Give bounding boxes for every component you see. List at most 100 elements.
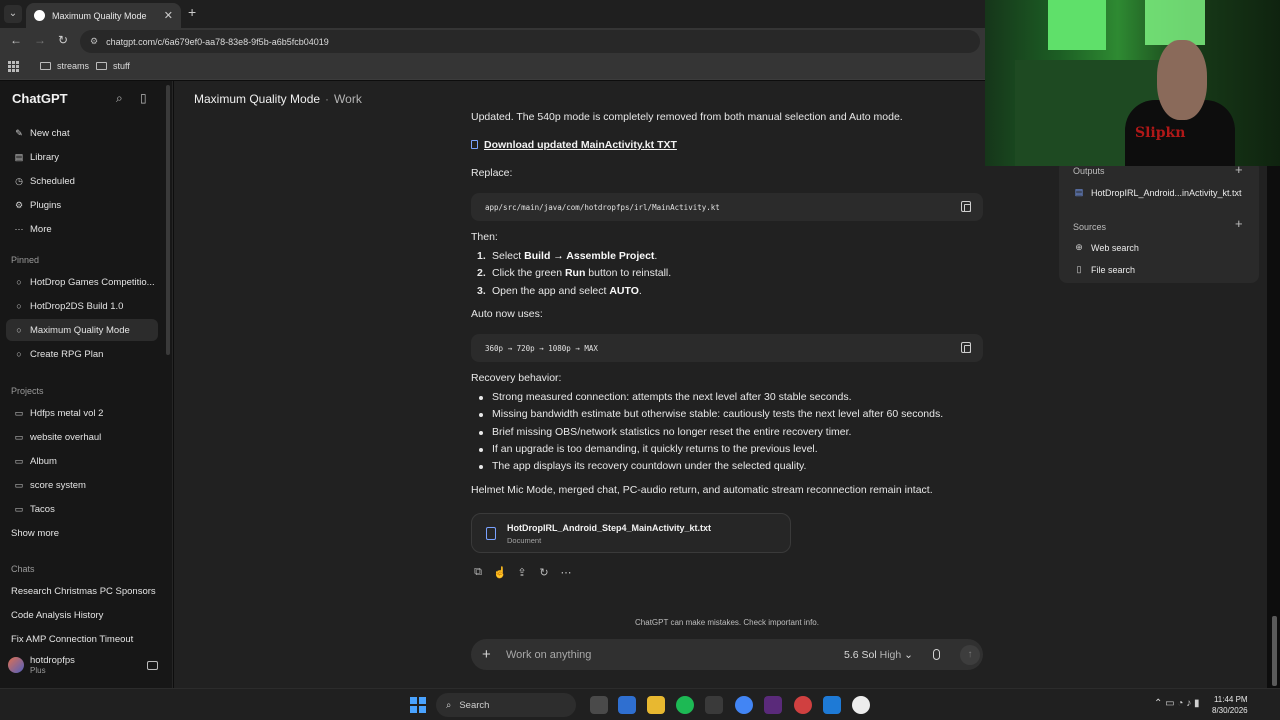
file-attachment-card[interactable]: HotDropIRL_Android_Step4_MainActivity_kt… <box>471 513 791 553</box>
bookmark-folder-streams[interactable]: streams <box>40 61 89 71</box>
source-file-search[interactable]: ▯ File search <box>1073 264 1136 275</box>
reload-icon[interactable]: ↻ <box>58 33 68 47</box>
microphone-icon[interactable] <box>932 649 940 660</box>
sidebar-item-more[interactable]: ⋯ More <box>6 218 158 240</box>
address-bar[interactable]: ⚙ chatgpt.com/c/6a679ef0-aa78-83e8-9f5b-… <box>80 30 980 53</box>
app-icon[interactable] <box>852 696 870 714</box>
bookmark-folder-stuff[interactable]: stuff <box>96 61 130 71</box>
browser-tab[interactable]: Maximum Quality Mode ✕ <box>26 3 181 28</box>
chat-bubble-icon: ○ <box>16 301 22 311</box>
prompt-input[interactable]: Work on anything <box>506 649 826 661</box>
spotify-icon[interactable] <box>676 696 694 714</box>
list-item: Missing bandwidth estimate but otherwise… <box>471 408 943 425</box>
tab-title: Maximum Quality Mode <box>52 10 147 21</box>
auto-label: Auto now uses: <box>471 308 543 320</box>
sidebar-toggle-icon[interactable]: ▯ <box>140 91 147 105</box>
hud-app-icon[interactable] <box>705 696 723 714</box>
chat-bubble-icon: ○ <box>16 349 22 359</box>
pinned-chat-active[interactable]: ○ Maximum Quality Mode <box>6 319 158 341</box>
system-tray-icons[interactable]: ⌃ ▭ ◔ ♪ ▮ <box>1154 698 1199 709</box>
disclaimer: ChatGPT can make mistakes. Check importa… <box>635 618 819 627</box>
url-text: chatgpt.com/c/6a679ef0-aa78-83e8-9f5b-a6… <box>106 36 329 47</box>
output-file-item[interactable]: ▤ HotDropIRL_Android...inActivity_kt.txt <box>1073 187 1242 198</box>
notepad-icon[interactable] <box>618 696 636 714</box>
sidebar-scrollbar[interactable] <box>166 85 170 355</box>
project-item[interactable]: ▭ website overhaul <box>6 426 158 448</box>
taskbar-search[interactable]: ⌕ Search <box>436 693 576 717</box>
folder-icon: ▭ <box>14 503 24 514</box>
folder-icon: ▭ <box>14 431 24 442</box>
clock-icon: ◷ <box>15 175 23 186</box>
add-source-icon[interactable]: + <box>1235 216 1243 231</box>
project-item[interactable]: ▭ Tacos <box>6 498 158 520</box>
chrome-icon[interactable] <box>735 696 753 714</box>
chat-history-item[interactable]: Research Christmas PC Sponsors <box>11 586 156 597</box>
thumbs-feedback-icon[interactable]: ☝ <box>493 566 507 579</box>
regenerate-icon[interactable]: ↻ <box>537 566 551 579</box>
folder-icon: ▭ <box>14 407 24 418</box>
chat-bubble-icon: ○ <box>16 277 22 287</box>
main-scrollbar[interactable] <box>1272 616 1277 686</box>
tab-list-button[interactable]: ⌄ <box>4 5 22 23</box>
sidebar-item-scheduled[interactable]: ◷ Scheduled <box>6 170 158 192</box>
sidebar-item-plugins[interactable]: ⚙ Plugins <box>6 194 158 216</box>
apps-grid-icon[interactable] <box>8 61 19 72</box>
task-view-icon[interactable] <box>590 696 608 714</box>
user-plan: Plus <box>30 666 46 675</box>
compose-icon: ✎ <box>15 127 23 138</box>
site-info-icon[interactable]: ⚙ <box>90 36 98 47</box>
document-icon: ▤ <box>1074 187 1084 197</box>
back-icon[interactable]: ← <box>10 33 22 47</box>
plus-icon[interactable]: + <box>482 646 496 663</box>
clock[interactable]: 11:44 PM 8/30/2026 <box>1212 694 1248 716</box>
composer: + Work on anything 5.6 Sol High ⌄ ↑ <box>471 639 983 670</box>
steps-list: 1. Select Build → Assemble Project. 2. Cli… <box>471 250 671 302</box>
pinned-chat[interactable]: ○ HotDrop2DS Build 1.0 <box>6 295 158 317</box>
chrome-active-icon[interactable] <box>794 696 812 714</box>
vscode-icon[interactable] <box>823 696 841 714</box>
more-options-icon[interactable]: ⋯ <box>559 566 573 579</box>
sidebar-item-library[interactable]: ▤ Library <box>6 146 158 168</box>
next-app-icon[interactable] <box>764 696 782 714</box>
webcam-light <box>1145 0 1205 45</box>
file-icon: ▯ <box>1076 264 1082 274</box>
model-selector[interactable]: 5.6 Sol High ⌄ <box>844 649 913 661</box>
project-item[interactable]: ▭ Album <box>6 450 158 472</box>
user-profile[interactable]: hotdropfps Plus <box>8 655 75 675</box>
webcam-light <box>1048 0 1106 50</box>
gift-icon[interactable] <box>147 661 158 670</box>
chat-title[interactable]: Maximum Quality Mode <box>194 92 320 106</box>
send-button[interactable]: ↑ <box>959 644 980 665</box>
pinned-chat[interactable]: ○ Create RPG Plan <box>6 343 158 365</box>
workspace-label[interactable]: Work <box>334 92 362 106</box>
page-title: Maximum Quality Mode · Work <box>194 92 362 106</box>
share-icon[interactable]: ⇪ <box>515 566 529 579</box>
project-item[interactable]: ▭ Hdfps metal vol 2 <box>6 402 158 424</box>
folder-icon <box>40 62 51 70</box>
pinned-chat[interactable]: ○ HotDrop Games Competitio... <box>6 271 158 293</box>
chat-history-item[interactable]: Fix AMP Connection Timeout <box>11 634 133 645</box>
search-icon[interactable]: ⌕ <box>116 91 123 106</box>
projects-heading: Projects <box>11 386 44 396</box>
source-web-search[interactable]: ⊕ Web search <box>1073 242 1139 253</box>
close-tab-icon[interactable]: ✕ <box>164 9 173 22</box>
then-label: Then: <box>471 231 498 243</box>
folder-icon: ▭ <box>14 455 24 466</box>
copy-icon[interactable] <box>961 342 971 353</box>
show-more-link[interactable]: Show more <box>6 522 158 544</box>
file-explorer-icon[interactable] <box>647 696 665 714</box>
windows-start-icon[interactable] <box>410 697 426 713</box>
new-tab-icon[interactable]: + <box>188 4 196 20</box>
copy-icon[interactable] <box>961 201 971 212</box>
more-dots-icon: ⋯ <box>14 223 24 234</box>
sidebar-item-new-chat[interactable]: ✎ New chat <box>6 122 158 144</box>
forward-icon[interactable]: → <box>34 33 46 47</box>
folder-icon: ▭ <box>14 479 24 490</box>
project-item[interactable]: ▭ score system <box>6 474 158 496</box>
list-item: Brief missing OBS/network statistics no … <box>471 426 943 443</box>
brand-title[interactable]: ChatGPT <box>12 91 68 106</box>
copy-icon[interactable]: ⧉ <box>471 566 485 579</box>
chat-history-item[interactable]: Code Analysis History <box>11 610 103 621</box>
download-link[interactable]: Download updated MainActivity.kt TXT <box>471 139 677 151</box>
file-type: Document <box>507 536 542 545</box>
